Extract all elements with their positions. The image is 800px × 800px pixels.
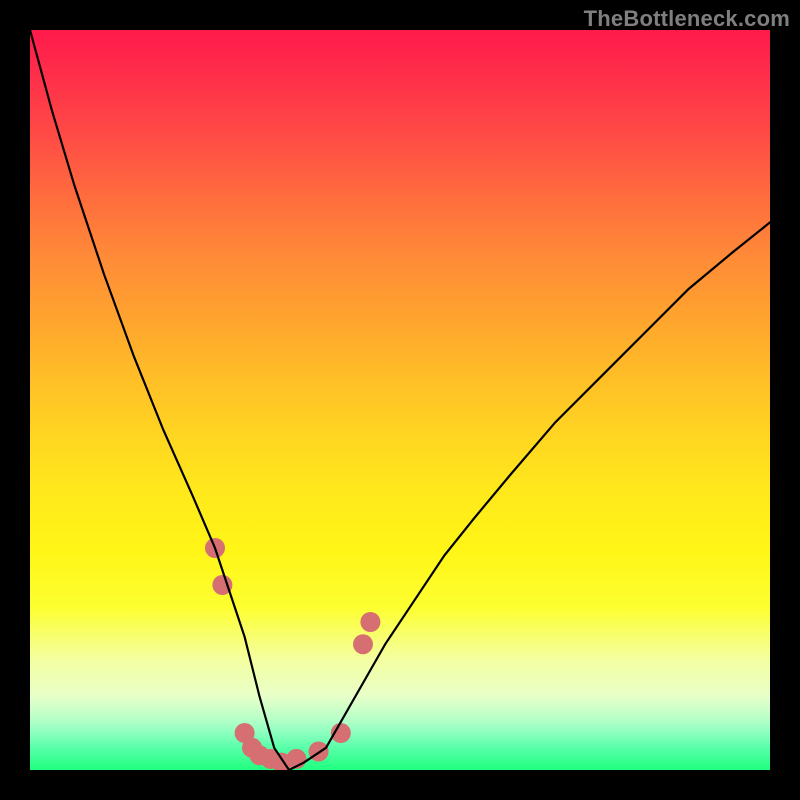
main-curve <box>30 30 770 770</box>
data-marker <box>353 634 373 654</box>
plot-area <box>30 30 770 770</box>
data-marker <box>360 612 380 632</box>
marker-group <box>205 538 380 770</box>
plot-svg <box>30 30 770 770</box>
chart-container: TheBottleneck.com <box>0 0 800 800</box>
watermark-text: TheBottleneck.com <box>584 6 790 32</box>
